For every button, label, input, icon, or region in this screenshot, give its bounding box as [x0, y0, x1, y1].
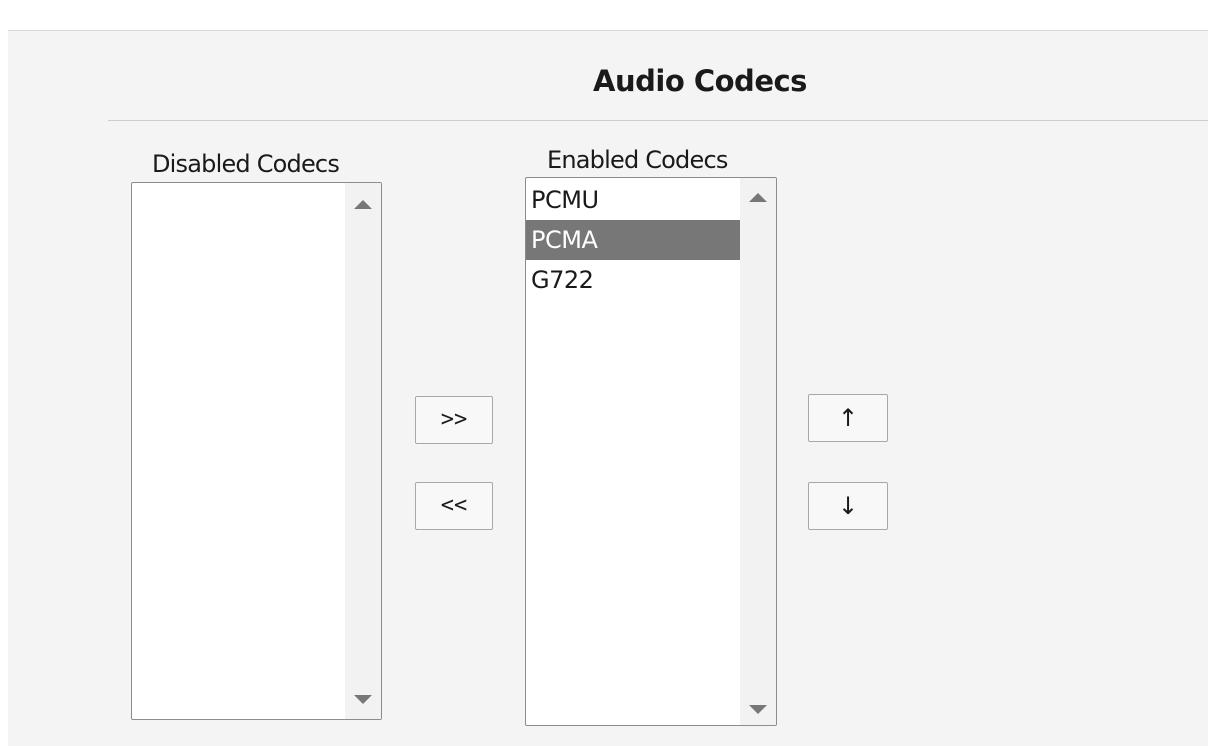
move-up-button[interactable]: ↑ — [808, 394, 888, 442]
scroll-up-icon[interactable] — [749, 193, 767, 202]
codec-option-g722[interactable]: G722 — [526, 260, 740, 300]
disabled-codecs-listbox[interactable] — [131, 182, 382, 720]
move-down-button[interactable]: ↓ — [808, 482, 888, 530]
scroll-down-icon[interactable] — [354, 695, 372, 704]
enabled-codecs-items: PCMU PCMA G722 — [526, 178, 740, 725]
disable-codec-button[interactable]: << — [415, 482, 493, 530]
disabled-codecs-scrollbar[interactable] — [345, 183, 381, 719]
disabled-codecs-label: Disabled Codecs — [152, 150, 340, 178]
enabled-codecs-scrollbar[interactable] — [740, 178, 776, 725]
disabled-codecs-items — [132, 183, 345, 719]
scroll-up-icon[interactable] — [354, 200, 372, 209]
codec-option-pcma[interactable]: PCMA — [526, 220, 740, 260]
scroll-down-icon[interactable] — [749, 705, 767, 714]
enabled-codecs-listbox[interactable]: PCMU PCMA G722 — [525, 177, 777, 726]
enable-codec-button[interactable]: >> — [415, 396, 493, 444]
section-title: Audio Codecs — [593, 64, 807, 98]
section-divider — [108, 120, 1208, 121]
codec-option-pcmu[interactable]: PCMU — [526, 180, 740, 220]
enabled-codecs-label: Enabled Codecs — [547, 146, 728, 174]
